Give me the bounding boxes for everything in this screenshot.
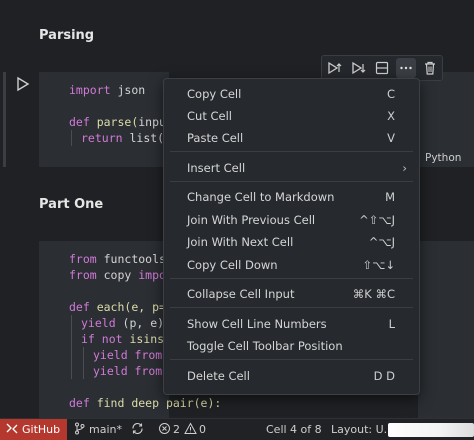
remote-indicator[interactable]: GitHub <box>0 419 67 440</box>
status-overlay-bar <box>388 423 474 437</box>
indent-guide <box>71 130 72 146</box>
menu-item-copy-cell-down[interactable]: Copy Cell Down ⇧⌥↓ <box>164 255 419 275</box>
section-title-part-one: Part One <box>39 197 104 212</box>
code-line: def parse(input <box>69 115 173 129</box>
menu-item-paste-cell[interactable]: Paste Cell V <box>164 128 419 148</box>
keyboard-layout[interactable]: Layout: U.S. <box>331 423 386 436</box>
split-icon <box>375 61 389 75</box>
error-icon <box>158 422 171 438</box>
menu-separator <box>170 181 413 182</box>
code-cell-part-one-right <box>418 241 474 418</box>
menu-separator <box>170 151 413 152</box>
execute-below-button[interactable] <box>348 58 368 78</box>
section-title-parsing: Parsing <box>39 28 95 43</box>
cell-focus-indicator <box>3 72 6 167</box>
play-icon <box>17 76 30 92</box>
delete-cell-button[interactable] <box>420 58 440 78</box>
code-line: from functools <box>69 252 166 266</box>
menu-item-toggle-toolbar-position[interactable]: Toggle Cell Toolbar Position <box>164 336 419 356</box>
code-line: return list(m <box>81 131 172 145</box>
menu-item-join-next[interactable]: Join With Next Cell ^⌥J <box>164 232 419 252</box>
menu-separator <box>170 307 413 308</box>
code-line: import json <box>69 83 146 97</box>
code-line: if not isinst <box>81 332 172 346</box>
run-below-icon <box>352 61 366 75</box>
remote-icon <box>6 422 18 438</box>
execute-above-button[interactable] <box>324 58 344 78</box>
menu-item-cut-cell[interactable]: Cut Cell X <box>164 106 419 126</box>
menu-item-insert-cell[interactable]: Insert Cell › <box>164 158 419 178</box>
git-branch-label[interactable]: main* <box>89 423 122 436</box>
ellipsis-icon <box>400 66 412 70</box>
remote-label: GitHub <box>22 423 61 436</box>
menu-item-copy-cell[interactable]: Copy Cell C <box>164 84 419 104</box>
menu-item-delete-cell[interactable]: Delete Cell D D <box>164 366 419 386</box>
menu-separator <box>170 359 413 360</box>
code-line: yield from <box>93 364 163 378</box>
warning-count[interactable]: 0 <box>199 423 206 436</box>
indent-guide <box>71 315 72 379</box>
indent-guide <box>83 347 84 379</box>
code-line: def find_deep_pair(e): <box>69 396 222 409</box>
warning-icon <box>184 422 197 438</box>
code-line: yield from <box>93 348 163 362</box>
chevron-right-icon: › <box>402 161 407 175</box>
run-cell-button[interactable] <box>16 76 30 92</box>
menu-item-join-previous[interactable]: Join With Previous Cell ^⇧⌥J <box>164 210 419 230</box>
code-line: def each(e, p=( <box>69 300 173 314</box>
status-bar: GitHub main* 2 0 Cell 4 of 8 Layout: U.S… <box>0 418 474 440</box>
cell-position[interactable]: Cell 4 of 8 <box>266 423 322 436</box>
sync-icon[interactable] <box>131 422 144 438</box>
git-branch-icon <box>74 422 85 438</box>
run-above-icon <box>328 61 342 75</box>
menu-separator <box>170 278 413 279</box>
menu-item-collapse-input[interactable]: Collapse Cell Input ⌘K ⌘C <box>164 284 419 304</box>
trash-icon <box>425 61 435 75</box>
cell-context-menu: Copy Cell C Cut Cell X Paste Cell V Insert … <box>163 78 420 395</box>
menu-item-change-to-markdown[interactable]: Change Cell to Markdown M <box>164 187 419 207</box>
more-actions-button[interactable] <box>396 58 416 78</box>
cell-language-label[interactable]: Python <box>425 152 461 164</box>
code-line: yield (p, e) <box>81 316 165 330</box>
error-count[interactable]: 2 <box>173 423 180 436</box>
menu-item-show-line-numbers[interactable]: Show Cell Line Numbers L <box>164 314 419 334</box>
split-cell-button[interactable] <box>372 58 392 78</box>
code-line: from copy impor <box>69 268 173 282</box>
